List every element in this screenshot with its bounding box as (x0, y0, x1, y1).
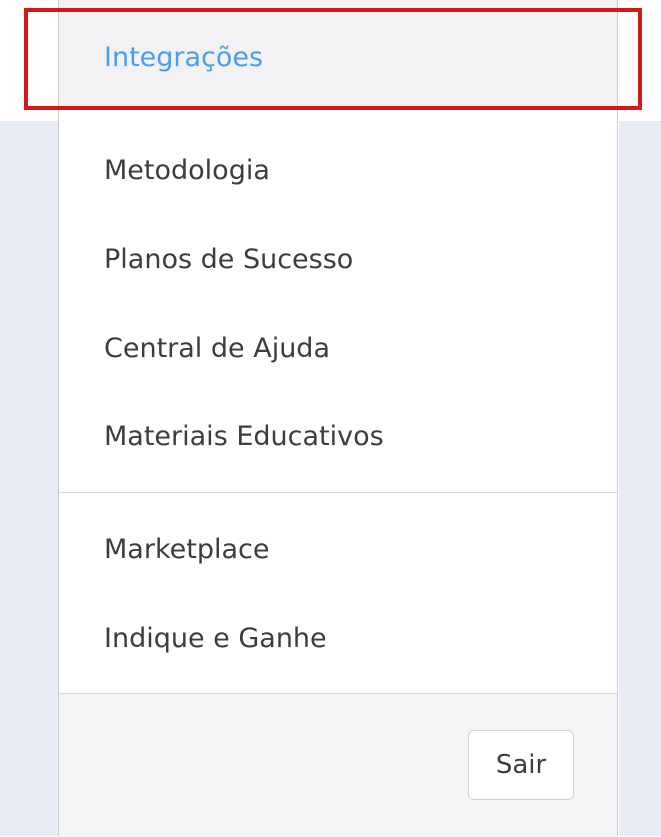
menu-footer: Sair (59, 693, 617, 837)
menu-item-integracoes-row[interactable]: Integrações (59, 0, 617, 106)
menu-item-indique-e-ganhe[interactable]: Indique e Ganhe (104, 623, 327, 654)
page-background (619, 121, 661, 836)
menu-item-materiais-educativos[interactable]: Materiais Educativos (104, 421, 384, 452)
menu-item-planos-de-sucesso[interactable]: Planos de Sucesso (104, 244, 353, 275)
menu-item-central-de-ajuda[interactable]: Central de Ajuda (104, 333, 330, 364)
menu-divider (59, 492, 617, 493)
dropdown-menu: Integrações Metodologia Planos de Sucess… (58, 0, 618, 837)
page-background (0, 121, 58, 836)
menu-item-metodologia[interactable]: Metodologia (104, 155, 270, 186)
menu-item-integracoes[interactable]: Integrações (104, 42, 263, 73)
logout-button[interactable]: Sair (468, 730, 574, 800)
menu-item-marketplace[interactable]: Marketplace (104, 534, 269, 565)
